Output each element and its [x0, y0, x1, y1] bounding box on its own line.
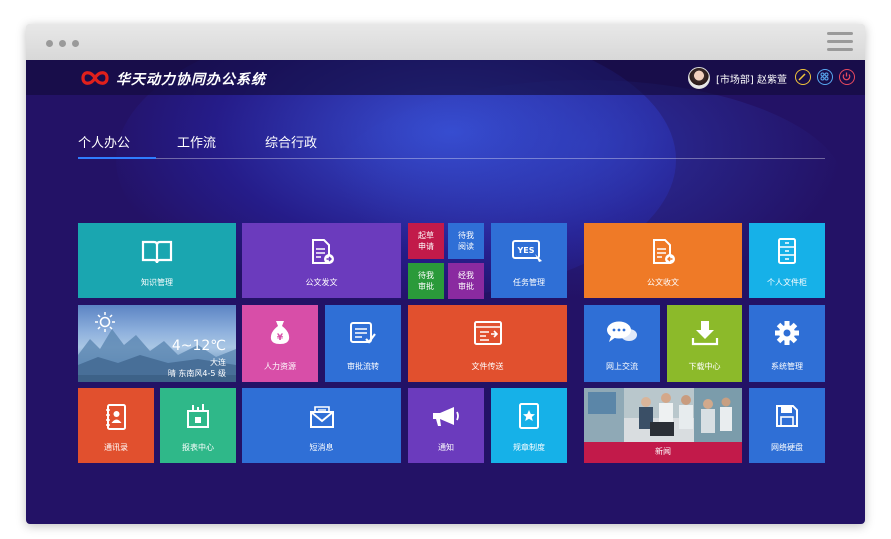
tile-label: 人力资源	[264, 362, 296, 371]
tile-label: 规章制度	[513, 443, 545, 452]
nav-divider	[78, 158, 825, 159]
cabinet-icon	[778, 238, 796, 264]
tile-label: 系统管理	[771, 362, 803, 371]
tab-workflow[interactable]: 工作流	[177, 132, 216, 151]
tile-online-chat[interactable]: 网上交流	[584, 305, 660, 382]
weather-widget: 4~12℃ 大连 晴 东南风4-5 级	[78, 305, 236, 382]
menu-icon[interactable]	[827, 32, 853, 52]
window-dot	[72, 40, 79, 47]
tile-rules[interactable]: 规章制度	[491, 388, 567, 463]
address-book-icon	[106, 404, 126, 430]
tile-label: 文件传送	[471, 362, 504, 371]
tile-reviewed[interactable]: 经我 审批	[448, 263, 484, 299]
tile-report-center[interactable]: 报表中心	[160, 388, 236, 463]
tile-draft-request[interactable]: 起草 申请	[408, 223, 444, 259]
megaphone-icon	[433, 407, 459, 426]
tile-doc-send[interactable]: 公文发文	[242, 223, 401, 298]
tile-contacts[interactable]: 通讯录	[78, 388, 154, 463]
tile-label: 公文发文	[305, 278, 338, 287]
mail-icon	[309, 406, 334, 428]
tile-notice[interactable]: 通知	[408, 388, 484, 463]
tile-label: 知识管理	[141, 278, 173, 287]
tab-personal-office[interactable]: 个人办公	[78, 132, 130, 151]
tile-label: 下载中心	[688, 362, 721, 371]
document-send-icon	[311, 239, 334, 264]
weather-desc: 晴 东南风4-5 级	[167, 369, 226, 378]
tile-label: 短消息	[309, 443, 334, 452]
weather-city: 大连	[210, 358, 226, 367]
tile-pending-review[interactable]: 待我 审批	[408, 263, 444, 299]
svg-text:YES: YES	[516, 246, 534, 255]
tile-label: 任务管理	[513, 278, 545, 287]
header-bar: 华天动力协同办公系统 [市场部] 赵紫萱	[26, 60, 865, 95]
sun-icon	[95, 312, 115, 332]
browser-window: 华天动力协同办公系统 [市场部] 赵紫萱 个人办公 工作流 综合行政 知识管理	[26, 24, 865, 524]
tile-label: 报表中心	[182, 443, 214, 452]
tile-label: 公文收文	[647, 278, 679, 287]
gear-icon	[775, 321, 799, 345]
document-receive-icon	[653, 239, 675, 264]
edit-icon[interactable]	[795, 69, 811, 85]
tile-network-disk[interactable]: 网络硬盘	[749, 388, 825, 463]
user-label[interactable]: [市场部] 赵紫萱	[716, 71, 787, 86]
tile-label: 通讯录	[104, 443, 128, 452]
infinity-logo-icon	[81, 71, 109, 85]
svg-text:¥: ¥	[277, 333, 284, 343]
tile-task[interactable]: YES 任务管理	[491, 223, 567, 298]
floppy-disk-icon	[776, 405, 798, 427]
app-title: 华天动力协同办公系统	[116, 72, 266, 88]
tile-label: 新闻	[655, 447, 671, 456]
tile-news[interactable]: 新闻	[584, 388, 742, 463]
tile-short-message[interactable]: 短消息	[242, 388, 401, 463]
tab-administration[interactable]: 综合行政	[265, 132, 317, 151]
weather-temp: 4~12℃	[171, 338, 226, 354]
apps-icon[interactable]	[817, 69, 833, 85]
tile-file-transfer[interactable]: 文件传送	[408, 305, 567, 382]
tile-label: 审批流转	[347, 362, 379, 371]
approval-list-icon	[350, 322, 376, 344]
task-yes-icon: YES	[512, 240, 542, 262]
tile-knowledge[interactable]: 知识管理	[78, 223, 236, 298]
tile-pending-read[interactable]: 待我 阅读	[448, 223, 484, 259]
rules-book-icon	[519, 403, 539, 429]
browser-titlebar	[26, 24, 865, 60]
tile-hr[interactable]: ¥ 人力资源	[242, 305, 318, 382]
tile-label: 网上交流	[606, 362, 638, 371]
money-bag-icon: ¥	[270, 321, 290, 344]
tile-label: 个人文件柜	[767, 278, 807, 287]
news-photo	[584, 388, 742, 442]
window-dot	[59, 40, 66, 47]
tile-file-cabinet[interactable]: 个人文件柜	[749, 223, 825, 298]
tile-label: 通知	[438, 443, 454, 452]
file-transfer-icon	[473, 321, 502, 345]
avatar[interactable]	[688, 67, 710, 89]
download-icon	[691, 321, 718, 346]
app-screen: 华天动力协同办公系统 [市场部] 赵紫萱 个人办公 工作流 综合行政 知识管理	[26, 60, 865, 524]
tile-system-admin[interactable]: 系统管理	[749, 305, 825, 382]
power-icon[interactable]	[839, 69, 855, 85]
window-dot	[46, 40, 53, 47]
tile-doc-receive[interactable]: 公文收文	[584, 223, 742, 298]
tile-approval-flow[interactable]: 审批流转	[325, 305, 401, 382]
chat-bubbles-icon	[607, 321, 637, 342]
report-folder-icon	[187, 404, 209, 428]
nav-active-indicator	[78, 157, 156, 159]
tile-download-center[interactable]: 下载中心	[667, 305, 742, 382]
tile-label: 网络硬盘	[771, 443, 803, 452]
book-icon	[141, 240, 173, 264]
